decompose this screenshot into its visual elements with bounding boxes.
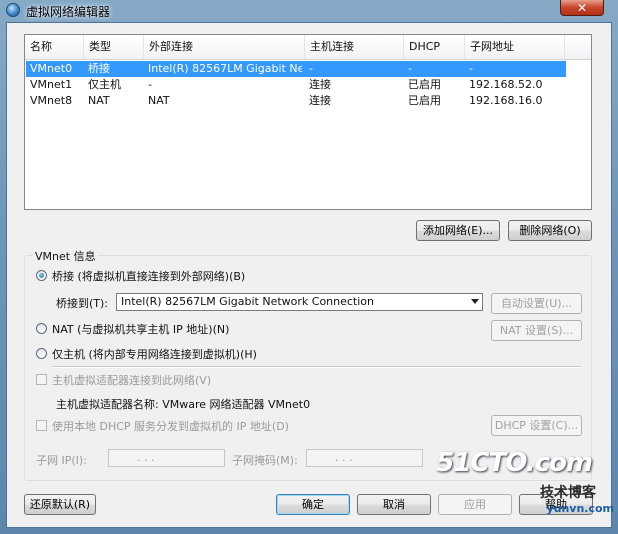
column-header-dhcp[interactable]: DHCP xyxy=(404,35,465,59)
cell-host-connection: 连接 xyxy=(309,94,331,107)
cell-external-connection: - xyxy=(148,78,152,91)
use-dhcp-checkbox[interactable] xyxy=(36,420,47,431)
dialog-body: 名称 类型 外部连接 主机连接 DHCP 子网地址 VMnet0 桥接 Inte… xyxy=(6,22,612,528)
cell-type: 仅主机 xyxy=(88,78,121,91)
network-list[interactable]: 名称 类型 外部连接 主机连接 DHCP 子网地址 VMnet0 桥接 Inte… xyxy=(24,34,592,210)
subnet-mask-field[interactable]: . . . xyxy=(306,449,423,467)
bridged-label[interactable]: 桥接 (将虚拟机直接连接到外部网络)(B) xyxy=(52,268,245,284)
dhcp-settings-button[interactable]: DHCP 设置(C)... xyxy=(491,415,582,436)
auto-settings-button[interactable]: 自动设置(U)... xyxy=(491,293,582,314)
title-bar[interactable]: 虚拟网络编辑器 ✕ xyxy=(0,0,618,20)
cell-external-connection: NAT xyxy=(148,94,170,107)
cell-name: VMnet0 xyxy=(30,62,73,75)
subnet-mask-label: 子网掩码(M): xyxy=(232,454,298,467)
table-row[interactable]: VMnet1 仅主机 - 连接 已启用 192.168.52.0 xyxy=(26,77,566,93)
column-header-host-connection[interactable]: 主机连接 xyxy=(305,35,404,59)
cancel-button[interactable]: 取消 xyxy=(357,494,431,515)
vmnet-info-title: VMnet 信息 xyxy=(33,248,98,264)
cell-host-connection: - xyxy=(309,62,313,75)
cell-type: 桥接 xyxy=(88,62,110,75)
table-row[interactable]: VMnet0 桥接 Intel(R) 82567LM Gigabit Ne...… xyxy=(26,61,566,77)
restore-defaults-button[interactable]: 还原默认(R) xyxy=(24,494,96,515)
list-header: 名称 类型 外部连接 主机连接 DHCP 子网地址 xyxy=(25,35,591,60)
connect-adapter-label[interactable]: 主机虚拟适配器连接到此网络(V) xyxy=(52,372,211,388)
host-only-label[interactable]: 仅主机 (将内部专用网络连接到虚拟机)(H) xyxy=(52,346,257,362)
nat-settings-button[interactable]: NAT 设置(S)... xyxy=(491,320,582,341)
cell-host-connection: 连接 xyxy=(309,78,331,91)
cell-subnet: 192.168.16.0 xyxy=(469,94,543,107)
cell-dhcp: - xyxy=(408,62,412,75)
table-row[interactable]: VMnet8 NAT NAT 连接 已启用 192.168.16.0 xyxy=(26,93,566,109)
help-button[interactable]: 帮助 xyxy=(519,494,593,515)
vmware-app-icon xyxy=(6,3,20,17)
remove-network-button[interactable]: 删除网络(O) xyxy=(508,220,592,241)
column-header-name[interactable]: 名称 xyxy=(25,35,84,59)
divider xyxy=(53,366,581,368)
nat-radio[interactable] xyxy=(36,323,47,334)
cell-external-connection: Intel(R) 82567LM Gigabit Ne... xyxy=(148,62,302,75)
column-header-external-connection[interactable]: 外部连接 xyxy=(144,35,305,59)
adapter-name-label: 主机虚拟适配器名称: VMware 网络适配器 VMnet0 xyxy=(56,398,311,411)
vmnet-info-group: VMnet 信息 桥接 (将虚拟机直接连接到外部网络)(B) 桥接到(T): I… xyxy=(24,248,592,481)
close-button[interactable]: ✕ xyxy=(560,0,604,16)
bridged-to-select[interactable]: Intel(R) 82567LM Gigabit Network Connect… xyxy=(116,293,483,311)
cell-dhcp: 已启用 xyxy=(408,78,441,91)
apply-button[interactable]: 应用 xyxy=(438,494,512,515)
cell-type: NAT xyxy=(88,94,110,107)
column-header-type[interactable]: 类型 xyxy=(84,35,144,59)
bridged-to-label: 桥接到(T): xyxy=(56,297,109,310)
cell-name: VMnet1 xyxy=(30,78,73,91)
bridged-to-value: Intel(R) 82567LM Gigabit Network Connect… xyxy=(121,295,374,308)
cell-dhcp: 已启用 xyxy=(408,94,441,107)
use-dhcp-label[interactable]: 使用本地 DHCP 服务分发到虚拟机的 IP 地址(D) xyxy=(52,418,289,434)
cell-subnet: - xyxy=(469,62,473,75)
add-network-button[interactable]: 添加网络(E)... xyxy=(416,220,500,241)
bridged-radio[interactable] xyxy=(36,270,47,281)
virtual-network-editor-window: 虚拟网络编辑器 ✕ 名称 类型 外部连接 主机连接 DHCP 子网地址 VMne… xyxy=(0,0,618,534)
column-header-subnet[interactable]: 子网地址 xyxy=(465,35,565,59)
chevron-down-icon xyxy=(471,299,479,304)
connect-adapter-checkbox[interactable] xyxy=(36,374,47,385)
cell-name: VMnet8 xyxy=(30,94,73,107)
cell-subnet: 192.168.52.0 xyxy=(469,78,543,91)
window-title: 虚拟网络编辑器 xyxy=(26,5,111,19)
subnet-ip-field[interactable]: . . . xyxy=(108,449,225,467)
subnet-ip-label: 子网 IP(I): xyxy=(36,454,87,467)
ok-button[interactable]: 确定 xyxy=(276,494,350,515)
nat-label[interactable]: NAT (与虚拟机共享主机 IP 地址)(N) xyxy=(52,321,229,337)
host-only-radio[interactable] xyxy=(36,348,47,359)
